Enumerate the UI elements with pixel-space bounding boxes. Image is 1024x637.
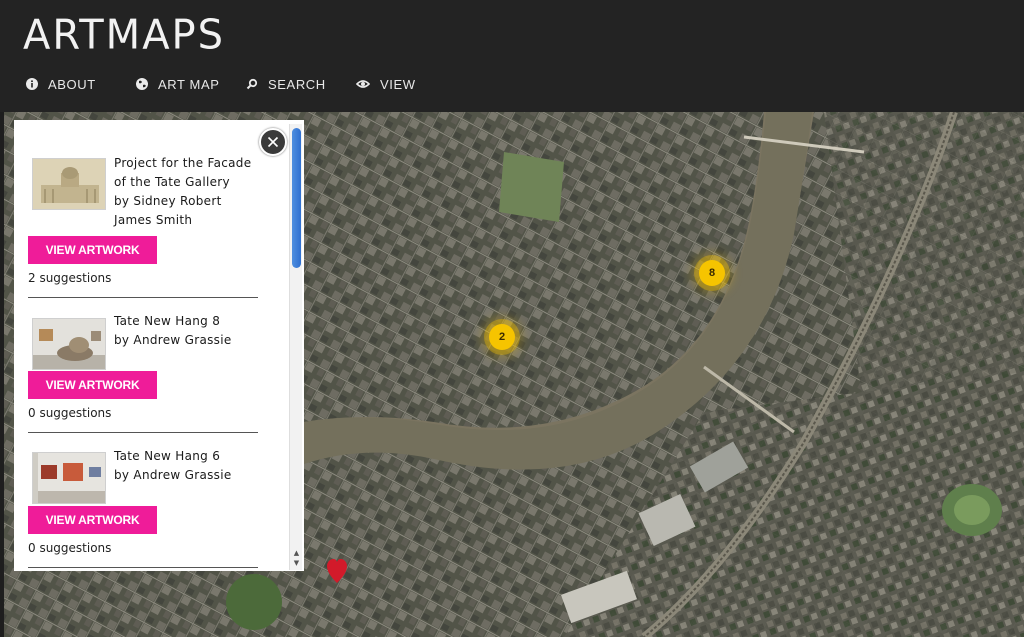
artwork-title-line: Tate New Hang 8: [114, 314, 221, 328]
artwork-title: Tate New Hang 6 by Andrew Grassie: [114, 447, 264, 485]
cluster-count: 8: [708, 267, 716, 279]
artwork-title-line: of the Tate Gallery: [114, 175, 230, 189]
nav-about[interactable]: ABOUT: [26, 72, 96, 96]
eye-icon: [356, 80, 370, 88]
cluster-count: 2: [498, 331, 506, 343]
item-divider: [28, 297, 258, 298]
close-panel-button[interactable]: [259, 128, 287, 156]
artwork-image: [33, 319, 105, 369]
view-artwork-button[interactable]: VIEW ARTWORK: [28, 371, 157, 399]
nav-view[interactable]: VIEW: [356, 72, 416, 96]
nav-art-map[interactable]: ART MAP: [136, 72, 220, 96]
artwork-title-line: by Sidney Robert: [114, 194, 222, 208]
globe-icon: [136, 78, 148, 90]
artwork-title-line: by Andrew Grassie: [114, 468, 232, 482]
suggestions-count[interactable]: 0 suggestions: [28, 406, 111, 420]
item-divider: [28, 432, 258, 433]
artwork-image: [33, 159, 105, 209]
scroll-down-icon[interactable]: ▼: [291, 558, 302, 567]
nav-search-label: SEARCH: [268, 76, 326, 92]
artwork-title-line: by Andrew Grassie: [114, 333, 232, 347]
artwork-title-line: Tate New Hang 6: [114, 449, 221, 463]
search-icon: [246, 78, 258, 90]
app-header: ARTMAPS ABOUT ART MAP SEARCH VIEW: [0, 0, 1024, 112]
view-artwork-button[interactable]: VIEW ARTWORK: [28, 236, 157, 264]
artwork-title: Project for the Facade of the Tate Galle…: [114, 154, 264, 230]
artwork-image: [33, 453, 105, 503]
nav-about-label: ABOUT: [48, 76, 96, 92]
nav-search[interactable]: SEARCH: [246, 72, 326, 96]
nav-view-label: VIEW: [380, 76, 416, 92]
nav-art-map-label: ART MAP: [158, 76, 220, 92]
close-icon: [267, 136, 279, 148]
scroll-up-icon[interactable]: ▲: [291, 548, 302, 557]
artwork-title-line: James Smith: [114, 213, 193, 227]
heart-pin-icon[interactable]: [326, 558, 348, 586]
app-logo[interactable]: ARTMAPS: [23, 12, 225, 59]
artwork-title-line: Project for the Facade: [114, 156, 252, 170]
artwork-title: Tate New Hang 8 by Andrew Grassie: [114, 312, 264, 350]
map-cluster-marker[interactable]: 2: [489, 324, 515, 350]
panel-scrollbar[interactable]: ▲ ▼: [289, 124, 302, 570]
item-divider: [28, 567, 258, 568]
suggestions-count[interactable]: 2 suggestions: [28, 271, 111, 285]
artwork-thumbnail[interactable]: [32, 452, 106, 504]
suggestions-count[interactable]: 0 suggestions: [28, 541, 111, 555]
view-artwork-button[interactable]: VIEW ARTWORK: [28, 506, 157, 534]
main-nav: ABOUT ART MAP SEARCH VIEW: [0, 72, 1024, 96]
map-cluster-marker[interactable]: 8: [699, 260, 725, 286]
artwork-thumbnail[interactable]: [32, 318, 106, 370]
artwork-list-panel: Project for the Facade of the Tate Galle…: [14, 120, 304, 571]
scrollbar-thumb[interactable]: [292, 128, 301, 268]
info-icon: [26, 78, 38, 90]
artwork-thumbnail[interactable]: [32, 158, 106, 210]
